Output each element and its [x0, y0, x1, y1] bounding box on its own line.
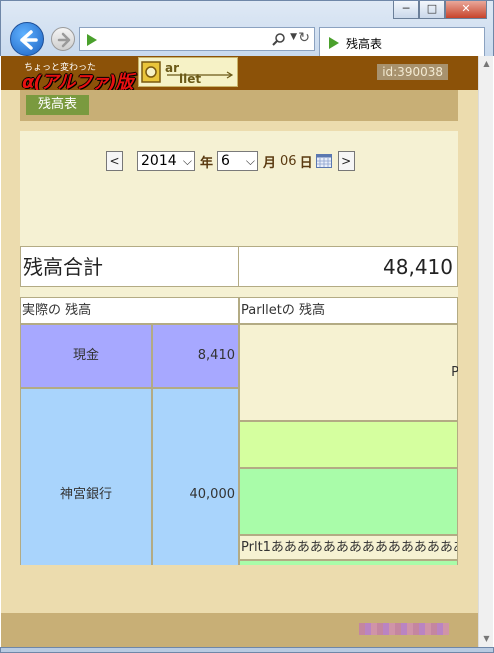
forward-button[interactable] [51, 27, 75, 51]
close-button[interactable]: ✕ [445, 1, 487, 19]
month-select[interactable]: 6 ⌵ [217, 151, 259, 171]
search-icon[interactable] [272, 32, 286, 46]
back-button[interactable] [10, 22, 44, 56]
parllet-item-label: P [451, 365, 458, 380]
site-footer [1, 613, 478, 647]
balance-total-row: 残高合計 48,410 [20, 246, 458, 287]
back-arrow-icon [20, 30, 38, 50]
maximize-button[interactable]: □ [419, 1, 445, 19]
svg-text:ar: ar [165, 61, 179, 75]
next-month-button[interactable]: > [337, 151, 355, 171]
scroll-up-icon[interactable]: ▲ [479, 56, 494, 72]
parllet-item[interactable] [239, 560, 458, 565]
page-viewport: ちょっと変わった α(アルファ)版 ar llet id:390038 残高表 … [1, 56, 478, 647]
parllet-balance-header: Parlletの 残高 [239, 297, 458, 324]
vertical-scrollbar[interactable]: ▲ ▼ [478, 56, 493, 647]
month-unit-label: 月 [263, 155, 277, 171]
parllet-logo-icon: ar llet [141, 61, 234, 86]
month-value: 6 [221, 153, 230, 169]
page-favicon-icon [87, 34, 97, 46]
actual-balance-header: 実際の 残高 [20, 297, 239, 324]
parllet-item[interactable]: P [239, 324, 458, 421]
prev-month-button[interactable]: < [106, 151, 123, 171]
browser-chrome: ─ □ ✕ ▼ ↻ 残高表 [0, 0, 494, 57]
parllet-logo[interactable]: ar llet [138, 57, 238, 87]
tab-title: 残高表 [346, 37, 383, 51]
dropdown-arrow-icon[interactable]: ▼ [290, 32, 297, 42]
year-unit-label: 年 [200, 155, 214, 171]
balance-total-label: 残高合計 [21, 247, 239, 286]
user-id-badge: id:390038 [377, 64, 448, 80]
blurred-footer-text [359, 623, 449, 635]
parllet-item[interactable]: Prlt1ああああああああああああああああ [239, 535, 458, 560]
page-tab-bar: 残高表 [20, 90, 458, 121]
site-header: ちょっと変わった α(アルファ)版 ar llet id:390038 [1, 56, 478, 93]
window-bottom-border [0, 647, 494, 653]
date-navigator: < 2014 ⌵ 年 6 ⌵ 月 06 日 > [106, 150, 355, 172]
day-unit-label: 日 [299, 155, 313, 171]
account-bank-value: 40,000 [152, 388, 239, 565]
parllet-item[interactable] [239, 421, 458, 468]
chevron-down-icon: ⌵ [182, 154, 192, 168]
balance-panel: < 2014 ⌵ 年 6 ⌵ 月 06 日 > 残高合計 48,410 実際の … [20, 131, 458, 565]
year-value: 2014 [141, 153, 177, 169]
year-select[interactable]: 2014 ⌵ [137, 151, 195, 171]
browser-tab[interactable]: 残高表 [319, 27, 485, 57]
site-logo[interactable]: ちょっと変わった α(アルファ)版 [22, 58, 134, 93]
chevron-down-icon: ⌵ [245, 154, 256, 168]
day-value: 06 [280, 153, 297, 169]
window-controls: ─ □ ✕ [393, 1, 487, 19]
tab-favicon-icon [329, 37, 339, 49]
account-bank-name[interactable]: 神宮銀行 [20, 388, 152, 565]
tab-balance-sheet[interactable]: 残高表 [26, 95, 89, 115]
minimize-button[interactable]: ─ [393, 1, 419, 19]
scroll-down-icon[interactable]: ▼ [479, 631, 494, 647]
refresh-icon[interactable]: ↻ [298, 30, 310, 46]
calendar-icon[interactable] [315, 154, 332, 168]
address-bar[interactable]: ▼ ↻ [79, 27, 315, 51]
svg-text:llet: llet [179, 72, 201, 86]
parllet-item[interactable] [239, 468, 458, 535]
forward-arrow-icon [57, 32, 71, 48]
account-cash-value: 8,410 [152, 324, 239, 388]
account-cash-name[interactable]: 現金 [20, 324, 152, 388]
balance-total-value: 48,410 [383, 255, 453, 279]
